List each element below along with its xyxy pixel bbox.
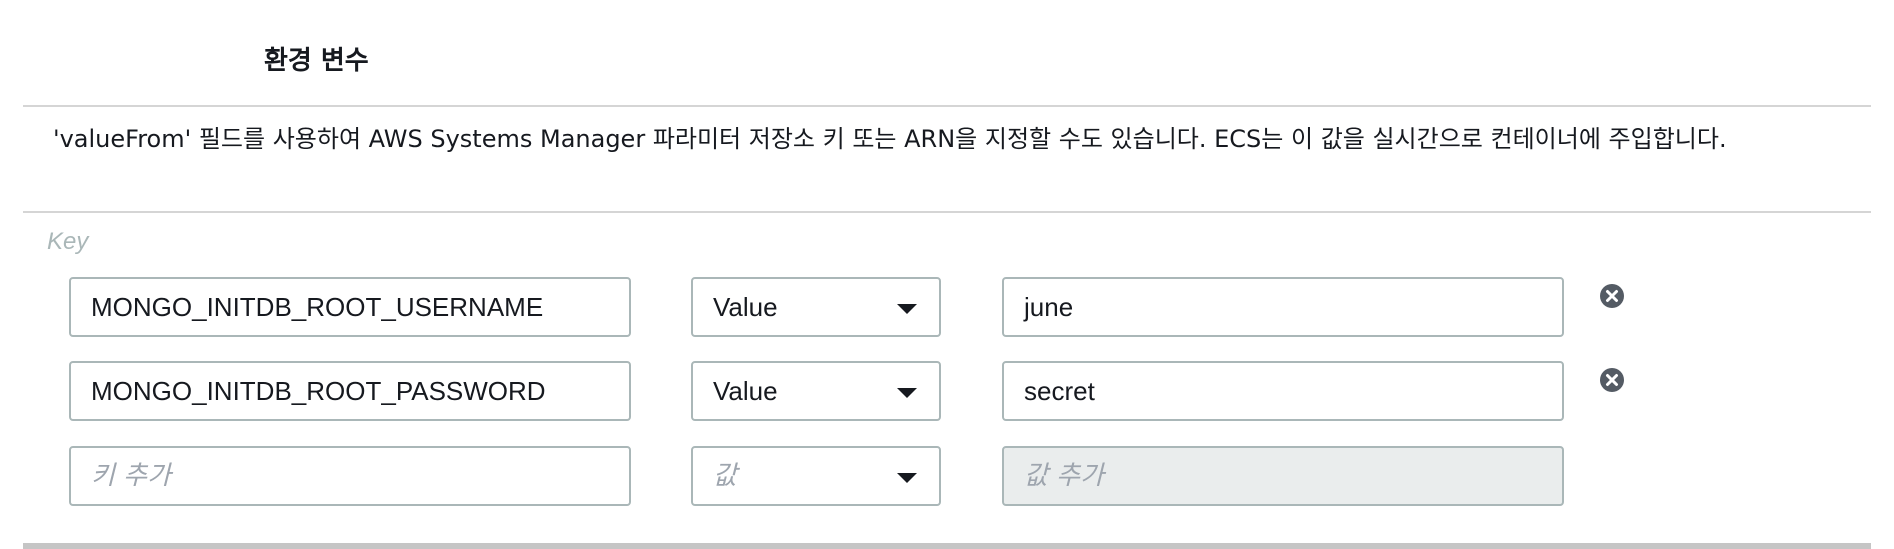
divider-top [23,105,1871,107]
env-var-row: MONGO_INITDB_ROOT_USERNAME Value june [47,277,1847,341]
close-circle-icon[interactable] [1599,283,1625,309]
close-circle-icon[interactable] [1599,367,1625,393]
env-type-selected: Value [713,376,778,406]
env-var-new-row: 키 추가 값 값 추가 [47,446,1847,510]
description-text: 'valueFrom' 필드를 사용하여 AWS Systems Manager… [53,125,1727,153]
divider-bottom [23,543,1871,549]
key-column-label: Key [47,228,89,255]
env-value-input[interactable]: secret [1002,361,1564,421]
caret-down-icon [897,388,917,398]
env-key-input[interactable]: MONGO_INITDB_ROOT_PASSWORD [69,361,631,421]
caret-down-icon [897,473,917,483]
new-value-input: 값 추가 [1002,446,1564,506]
env-var-row: MONGO_INITDB_ROOT_PASSWORD Value secret [47,361,1847,425]
env-value-input[interactable]: june [1002,277,1564,337]
env-type-select[interactable]: Value [691,277,941,337]
new-key-input[interactable]: 키 추가 [69,446,631,506]
env-type-selected: Value [713,292,778,322]
env-type-select[interactable]: Value [691,361,941,421]
environment-variables-panel: 환경 변수 'valueFrom' 필드를 사용하여 AWS Systems M… [23,0,1871,549]
divider-middle [23,211,1871,213]
caret-down-icon [897,304,917,314]
new-type-select[interactable]: 값 [691,446,941,506]
new-type-placeholder: 값 [713,461,737,491]
section-title: 환경 변수 [264,46,369,76]
env-key-input[interactable]: MONGO_INITDB_ROOT_USERNAME [69,277,631,337]
